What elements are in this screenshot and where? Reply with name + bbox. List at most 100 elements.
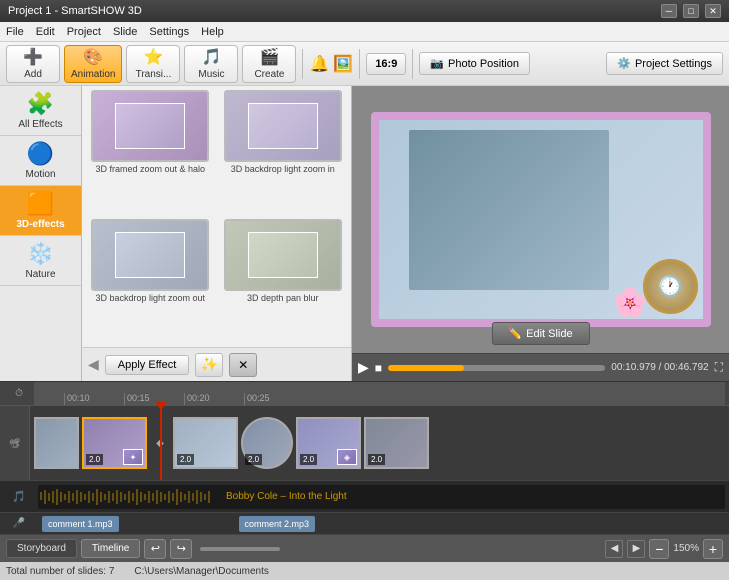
slide-thumb-3[interactable]: 2.0 (241, 417, 293, 469)
slide-thumb-0[interactable] (34, 417, 79, 469)
slide-thumb-5[interactable]: 2.0 (364, 417, 429, 469)
zoom-out-button[interactable]: − (649, 539, 669, 559)
effect-item-3[interactable]: 3D depth pan blur (219, 219, 348, 344)
category-all-effects[interactable]: 🧩 All Effects (0, 86, 81, 136)
category-3d-effects[interactable]: 🟧 3D-effects (0, 186, 81, 236)
separator-3 (412, 49, 413, 79)
undo-button[interactable]: ↩ (144, 539, 166, 559)
status-bar: Total number of slides: 7 C:\Users\Manag… (0, 562, 729, 580)
effect-item-1[interactable]: 3D backdrop light zoom in (219, 90, 348, 215)
left-panel: 🧩 All Effects 🔵 Motion 🟧 3D-effects ❄️ N… (0, 86, 82, 381)
slide-num-2: 2.0 (177, 454, 194, 465)
comment-track: 🎤 comment 1.mp3 comment 2.mp3 (0, 512, 729, 534)
all-effects-icon: 🧩 (27, 91, 54, 117)
fullscreen-button[interactable]: ⛶ (715, 360, 723, 375)
timeline-button[interactable]: Timeline (81, 539, 140, 558)
category-motion[interactable]: 🔵 Motion (0, 136, 81, 186)
audio-label: Bobby Cole – Into the Light (226, 491, 347, 502)
storyboard-button[interactable]: Storyboard (6, 539, 77, 558)
ruler-mark-1: 00:15 (124, 393, 184, 405)
create-button[interactable]: 🎬 Create (242, 45, 296, 83)
transitions-button[interactable]: ⭐ Transi... (126, 45, 180, 83)
gallery-icon[interactable]: 🖼️ (333, 54, 353, 74)
separator-2 (359, 49, 360, 79)
time-display: 00:10.979 / 00:46.792 (611, 362, 708, 373)
3d-effects-icon: 🟧 (27, 191, 54, 217)
play-button[interactable]: ▶ (358, 359, 369, 376)
separator-1 (302, 49, 303, 79)
minimize-button[interactable]: ─ (661, 4, 677, 18)
photo-position-button[interactable]: 📷 Photo Position (419, 52, 530, 75)
microphone-icon: 🎤 (13, 518, 25, 529)
magic-wand-button[interactable]: ✨ (195, 353, 223, 377)
menu-edit[interactable]: Edit (36, 26, 55, 38)
menu-project[interactable]: Project (67, 26, 101, 38)
timeline-ruler: 00:10 00:15 00:20 00:25 (34, 382, 725, 405)
ratio-button[interactable]: 16:9 (366, 53, 406, 75)
nav-prev-button[interactable]: ◀ (605, 540, 623, 558)
timeline-cursor (160, 406, 162, 480)
stop-button[interactable]: ■ (375, 361, 382, 375)
add-button[interactable]: ➕ Add (6, 45, 60, 83)
effect-thumb-2 (91, 219, 209, 291)
category-nature[interactable]: ❄️ Nature (0, 236, 81, 286)
menu-file[interactable]: File (6, 26, 24, 38)
animation-icon: 🎨 (83, 47, 103, 67)
timeline-track: 2.0 ✦ ◆ 2.0 2.0 2.0 ◈ 2.0 (30, 406, 729, 480)
timeline-side-icon: ⏱ (15, 388, 23, 399)
effect-item-0[interactable]: 3D framed zoom out & halo (86, 90, 215, 215)
slide-count: Total number of slides: 7 (6, 566, 114, 577)
slide-img-1: 2.0 ✦ (82, 417, 147, 469)
effects-panel: 3D framed zoom out & halo 3D backdrop li… (82, 86, 352, 381)
timeline-header: ⏱ 00:10 00:15 00:20 00:25 (0, 381, 729, 405)
effect-overlay-1: ✦ (123, 449, 143, 465)
effect-label-1: 3D backdrop light zoom in (231, 164, 335, 174)
comment-block-1[interactable]: comment 1.mp3 (42, 516, 119, 532)
nature-icon: ❄️ (27, 241, 54, 267)
slide-thumb-1[interactable]: 2.0 ✦ (82, 417, 147, 469)
music-icon: 🎵 (202, 47, 222, 67)
maximize-button[interactable]: □ (683, 4, 699, 18)
animation-button[interactable]: 🎨 Animation (64, 45, 122, 83)
notification-bell-icon[interactable]: 🔔 (309, 54, 329, 74)
clear-effect-button[interactable]: ✕ (229, 353, 257, 377)
comment-block-2[interactable]: comment 2.mp3 (239, 516, 316, 532)
slide-num-5: 2.0 (368, 454, 385, 465)
menu-bar: File Edit Project Slide Settings Help (0, 22, 729, 42)
menu-help[interactable]: Help (201, 26, 224, 38)
redo-button[interactable]: ↪ (170, 539, 192, 559)
menu-slide[interactable]: Slide (113, 26, 137, 38)
ruler-mark-2: 00:20 (184, 393, 244, 405)
slide-img-0 (34, 417, 79, 469)
motion-label: Motion (25, 169, 55, 180)
all-effects-label: All Effects (18, 119, 62, 130)
motion-icon: 🔵 (27, 141, 54, 167)
close-button[interactable]: ✕ (705, 4, 721, 18)
settings-icon: ⚙️ (617, 57, 631, 70)
photo-position-icon: 📷 (430, 57, 444, 70)
toolbar: ➕ Add 🎨 Animation ⭐ Transi... 🎵 Music 🎬 … (0, 42, 729, 86)
zoom-level: 150% (673, 543, 699, 554)
add-icon: ➕ (23, 47, 43, 67)
waveform-bars (38, 485, 725, 509)
menu-settings[interactable]: Settings (149, 26, 189, 38)
progress-bar[interactable] (388, 365, 605, 371)
apply-effect-button[interactable]: Apply Effect (105, 355, 190, 375)
zoom-in-button[interactable]: + (703, 539, 723, 559)
zoom-slider[interactable] (200, 547, 280, 551)
ruler-mark-0: 00:10 (64, 393, 124, 405)
main-area: 🧩 All Effects 🔵 Motion 🟧 3D-effects ❄️ N… (0, 86, 729, 381)
effect-item-2[interactable]: 3D backdrop light zoom out (86, 219, 215, 344)
slide-thumb-2[interactable]: 2.0 (173, 417, 238, 469)
slide-num-3: 2.0 (245, 454, 262, 465)
audio-waveform[interactable]: Bobby Cole – Into the Light (38, 485, 725, 509)
music-button[interactable]: 🎵 Music (184, 45, 238, 83)
edit-slide-button[interactable]: ✏️ Edit Slide (491, 322, 589, 345)
3d-effects-label: 3D-effects (16, 219, 64, 230)
slide-thumb-4[interactable]: 2.0 ◈ (296, 417, 361, 469)
progress-fill (388, 365, 464, 371)
nav-next-button[interactable]: ▶ (627, 540, 645, 558)
effect-label-0: 3D framed zoom out & halo (95, 164, 205, 174)
project-settings-button[interactable]: ⚙️ Project Settings (606, 52, 723, 75)
ruler-mark-3: 00:25 (244, 393, 304, 405)
